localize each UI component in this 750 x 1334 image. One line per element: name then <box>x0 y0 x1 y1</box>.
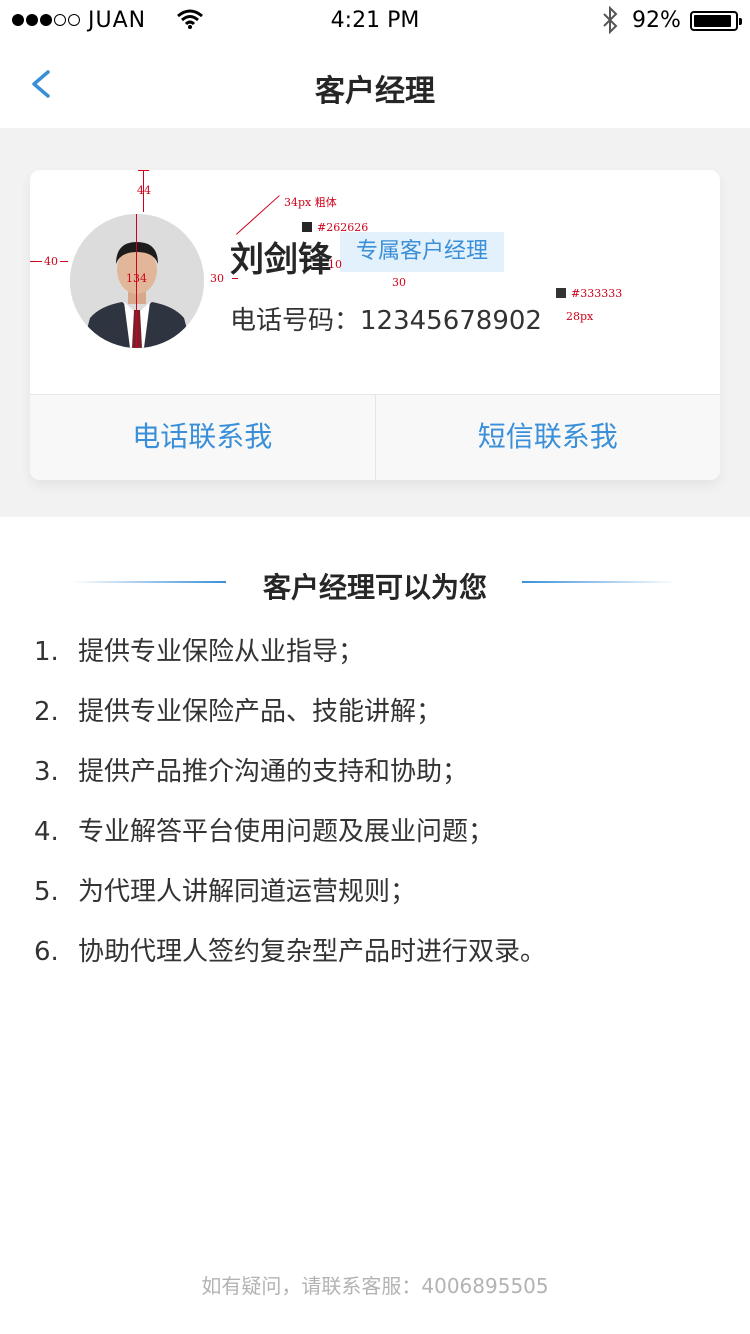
annotation-gap-tick <box>232 278 238 279</box>
list-item: 2. 提供专业保险产品、技能讲解； <box>34 697 443 727</box>
list-item: 6. 协助代理人签约复杂型产品时进行双录。 <box>34 937 547 967</box>
annotation-phone-color: #333333 <box>571 287 623 300</box>
divider-right <box>522 581 676 583</box>
service-list: 1. 提供专业保险从业指导； 2. 提供专业保险产品、技能讲解； 3. 提供产品推介沟… <box>34 632 734 992</box>
annotation-name-color: #262626 <box>317 221 369 234</box>
nav-bar: 客户经理 <box>0 40 750 128</box>
exclusive-manager-badge: 专属客户经理 <box>340 232 505 272</box>
sms-me-button[interactable]: 短信联系我 <box>374 395 721 480</box>
status-bar: JUAN 4:21 PM 92% <box>0 0 750 40</box>
annotation-top-cap <box>138 170 149 171</box>
phone-label: 电话号码： <box>230 306 361 336</box>
contact-actions: 电话联系我 短信联系我 <box>30 394 720 480</box>
bluetooth-icon <box>600 5 620 40</box>
manager-name: 刘剑锋 <box>230 240 332 280</box>
call-me-button[interactable]: 电话联系我 <box>30 395 375 480</box>
annotation-phone-size: 28px <box>566 310 594 323</box>
list-item: 3. 提供产品推介沟通的支持和协助； <box>34 757 469 787</box>
annotation-gap-avatar-text: 30 <box>210 272 224 285</box>
manager-card: 刘剑锋 专属客户经理 电话号码：12345678902 44 40 134 30… <box>30 170 720 480</box>
manager-info: 刘剑锋 专属客户经理 电话号码：12345678902 44 40 134 30… <box>30 170 720 394</box>
battery-icon <box>690 11 742 31</box>
services-header: 客户经理可以为您 <box>0 560 750 604</box>
annotation-name-color-swatch <box>302 222 312 232</box>
list-item: 5. 为代理人讲解同道运营规则； <box>34 877 417 907</box>
annotation-gap-rows: 30 <box>392 276 406 289</box>
footer-contact-note: 如有疑问，请联系客服：4006895505 <box>201 1274 549 1298</box>
manager-section: 刘剑锋 专属客户经理 电话号码：12345678902 44 40 134 30… <box>0 128 750 517</box>
services-title: 客户经理可以为您 <box>262 571 487 604</box>
annotation-phone-color-swatch <box>556 288 566 298</box>
annotation-avatar-size: 134 <box>126 272 147 285</box>
annotation-name-spec: 34px 粗体 <box>284 196 337 209</box>
annotation-name-arrow <box>236 195 280 235</box>
annotation-gap-name-badge: 10 <box>328 258 342 271</box>
annotation-left-margin: 40 <box>42 255 60 268</box>
list-item: 4. 专业解答平台使用问题及展业问题； <box>34 817 495 847</box>
page: JUAN 4:21 PM 92% 客户经理 刘剑锋 专属客户经理 电话号码：12… <box>0 0 750 1334</box>
battery-percent: 92% <box>632 8 681 33</box>
phone-number: 12345678902 <box>360 306 542 336</box>
page-title: 客户经理 <box>315 74 435 109</box>
phone-line: 电话号码：12345678902 <box>230 300 542 337</box>
annotation-top-margin: 44 <box>137 184 151 197</box>
list-item: 1. 提供专业保险从业指导； <box>34 637 365 667</box>
